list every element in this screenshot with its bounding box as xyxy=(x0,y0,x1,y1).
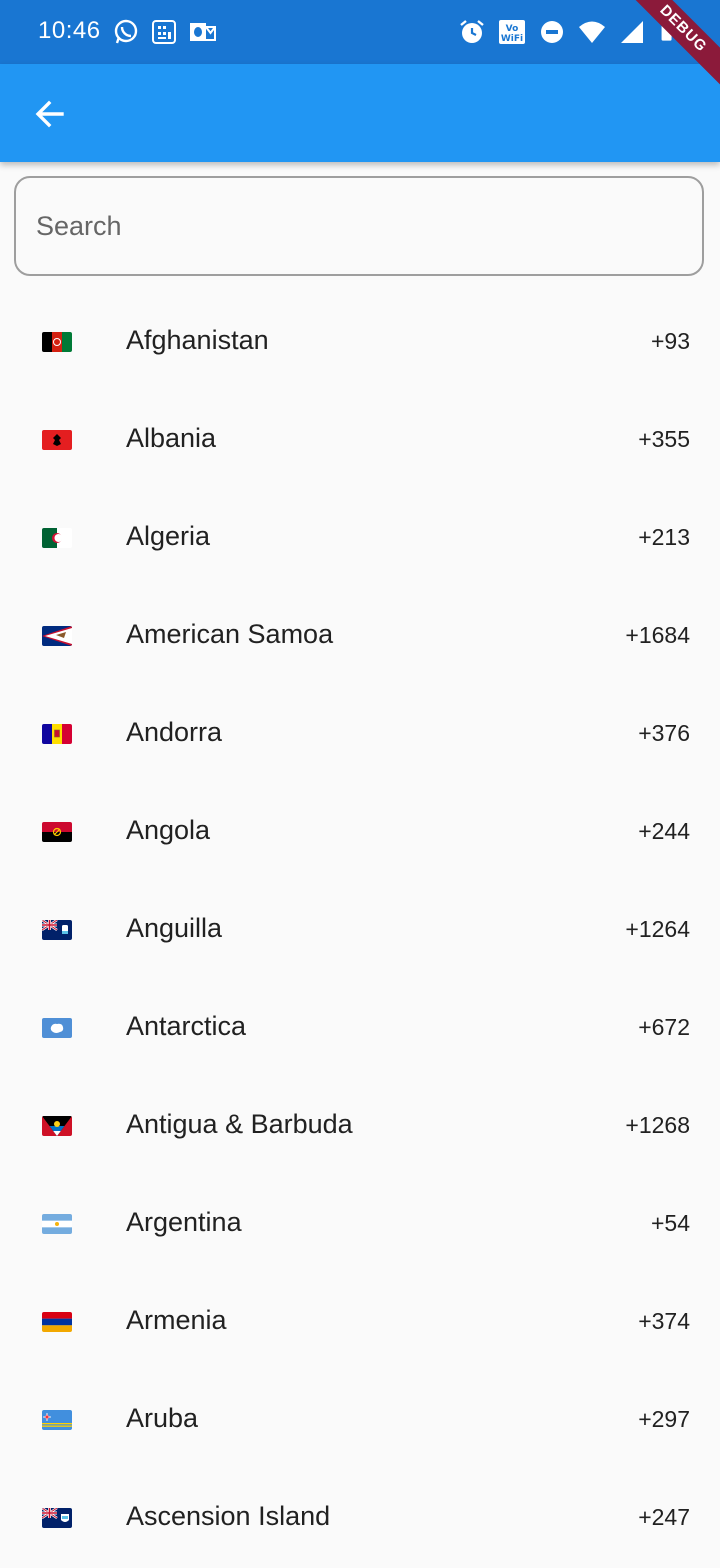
dial-code: +244 xyxy=(638,818,690,844)
country-name: Algeria xyxy=(126,521,211,551)
dial-code: +297 xyxy=(638,1406,690,1432)
svg-text:WiFi: WiFi xyxy=(501,34,523,44)
country-row-angola[interactable]: Angola +244 xyxy=(0,784,720,882)
country-row-armenia[interactable]: Armenia +374 xyxy=(0,1274,720,1372)
country-row-american-samoa[interactable]: American Samoa +1684 xyxy=(0,588,720,686)
country-row-argentina[interactable]: Argentina +54 xyxy=(0,1176,720,1274)
country-name: Antigua & Barbuda xyxy=(126,1109,353,1139)
dial-code: +93 xyxy=(650,328,690,354)
country-name: Anguilla xyxy=(126,913,223,943)
whatsapp-icon xyxy=(114,19,138,44)
anguilla-flag-icon xyxy=(42,920,72,940)
do-not-disturb-icon xyxy=(541,21,563,43)
dial-code: +376 xyxy=(638,720,690,746)
status-bar: 10:46 Vo WiFi xyxy=(0,0,720,64)
algeria-flag-icon xyxy=(42,528,72,548)
search-input[interactable] xyxy=(16,178,702,274)
app-bar xyxy=(0,64,720,162)
antarctica-flag-icon xyxy=(42,1018,72,1038)
country-row-andorra[interactable]: Andorra +376 xyxy=(0,686,720,784)
armenia-flag-icon xyxy=(42,1312,72,1332)
country-name: Aruba xyxy=(126,1403,199,1433)
dial-code: +54 xyxy=(650,1210,690,1236)
angola-flag-icon xyxy=(42,822,72,842)
country-name: Andorra xyxy=(126,717,223,747)
dial-code: +672 xyxy=(638,1014,690,1040)
country-name: Afghanistan xyxy=(126,325,269,355)
dial-code: +1684 xyxy=(625,622,690,648)
country-name: Ascension Island xyxy=(126,1501,331,1531)
ascension-island-flag-icon xyxy=(42,1508,72,1528)
wifi-icon xyxy=(579,21,605,43)
country-row-antarctica[interactable]: Antarctica +672 xyxy=(0,980,720,1078)
country-name: Argentina xyxy=(126,1207,242,1237)
dial-code: +213 xyxy=(638,524,690,550)
albania-flag-icon xyxy=(42,430,72,450)
arrow-back-icon xyxy=(35,100,64,128)
vowifi-icon: Vo WiFi xyxy=(499,20,525,44)
country-row-antigua-barbuda[interactable]: Antigua & Barbuda +1268 xyxy=(0,1078,720,1176)
dial-code: +1268 xyxy=(625,1112,690,1138)
country-name: American Samoa xyxy=(126,619,334,649)
status-time: 10:46 xyxy=(38,17,101,44)
country-name: Armenia xyxy=(126,1305,227,1335)
country-row-ascension-island[interactable]: Ascension Island +247 xyxy=(0,1470,720,1568)
country-row-anguilla[interactable]: Anguilla +1264 xyxy=(0,882,720,980)
search-field xyxy=(14,176,704,276)
country-row-afghanistan[interactable]: Afghanistan +93 xyxy=(0,294,720,392)
american-samoa-flag-icon xyxy=(42,626,72,646)
svg-text:Vo: Vo xyxy=(506,24,519,34)
country-row-algeria[interactable]: Algeria +213 xyxy=(0,490,720,588)
country-name: Angola xyxy=(126,815,211,845)
alarm-icon xyxy=(460,20,484,43)
antigua-barbuda-flag-icon xyxy=(42,1116,72,1136)
outlook-icon xyxy=(190,23,216,41)
signal-icon xyxy=(621,21,643,43)
country-name: Antarctica xyxy=(126,1011,247,1041)
back-button[interactable] xyxy=(22,86,78,142)
afghanistan-flag-icon xyxy=(42,332,72,352)
country-row-aruba[interactable]: Aruba +297 xyxy=(0,1372,720,1470)
calculator-icon xyxy=(152,20,176,44)
aruba-flag-icon xyxy=(42,1410,72,1430)
country-name: Albania xyxy=(126,423,217,453)
dial-code: +355 xyxy=(638,426,690,452)
dial-code: +247 xyxy=(638,1504,690,1530)
argentina-flag-icon xyxy=(42,1214,72,1234)
country-row-albania[interactable]: Albania +355 xyxy=(0,392,720,490)
dial-code: +374 xyxy=(638,1308,690,1334)
country-list: Afghanistan +93 Albania +355 Algeria +21… xyxy=(0,294,720,1568)
dial-code: +1264 xyxy=(625,916,690,942)
andorra-flag-icon xyxy=(42,724,72,744)
